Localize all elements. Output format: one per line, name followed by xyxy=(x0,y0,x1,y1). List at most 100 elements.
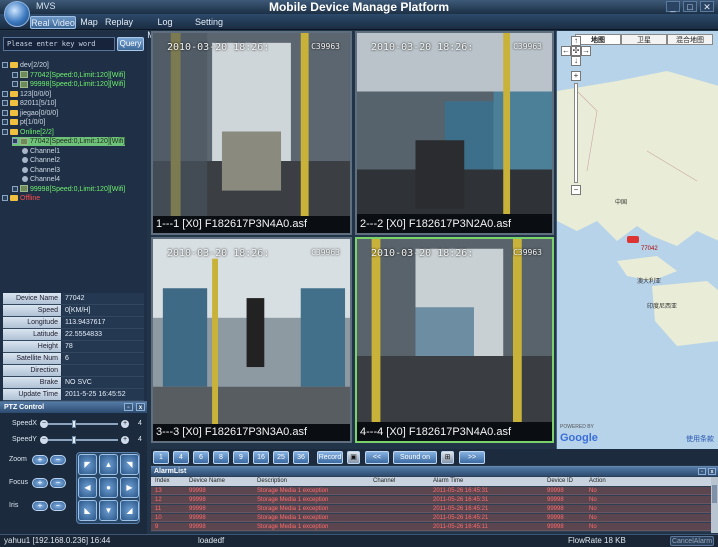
minimize-button[interactable]: _ xyxy=(666,1,680,12)
tab-log-manager[interactable]: Log Manager xyxy=(140,16,190,40)
speedy-minus-button[interactable]: − xyxy=(40,436,48,444)
layout-1-button[interactable]: 1 xyxy=(153,451,169,464)
col-alarm-time[interactable]: Alarm Time xyxy=(433,477,463,486)
tree-expand-icon[interactable] xyxy=(12,71,18,78)
maximize-button[interactable]: □ xyxy=(683,1,697,12)
grid-layout-button[interactable]: ⊞ xyxy=(441,451,454,464)
tree-expand-icon[interactable] xyxy=(2,195,8,202)
layout-6-button[interactable]: 6 xyxy=(193,451,209,464)
tree-node[interactable]: 77042[Speed:0,Limit:120][Wifi] xyxy=(12,71,125,80)
map-zoom-track[interactable] xyxy=(574,83,578,183)
speedx-knob[interactable] xyxy=(72,420,76,428)
alarm-row[interactable]: 11 99998 Storage Media 1 exception 2011-05-… xyxy=(151,505,711,513)
video-window-3[interactable]: 2010-03-20 18:26: C39963 3---3 [X0] F182… xyxy=(151,237,352,443)
alarm-row[interactable]: 9 99998 Storage Media 1 exception 2011-05-2… xyxy=(151,523,711,531)
tree-expand-icon[interactable] xyxy=(2,62,8,69)
speedx-plus-button[interactable]: + xyxy=(121,420,129,428)
col-action[interactable]: Action xyxy=(589,477,606,486)
col-device-id[interactable]: Device ID xyxy=(547,477,573,486)
search-input[interactable]: Please enter key word xyxy=(3,37,115,51)
zoom-in-button[interactable]: + xyxy=(32,455,48,465)
focus-out-button[interactable]: − xyxy=(50,478,66,488)
tree-node[interactable]: Online[2/2] xyxy=(2,128,54,137)
map-tab-map[interactable]: 地图 xyxy=(575,34,621,45)
layout-8-button[interactable]: 8 xyxy=(213,451,229,464)
video-window-1[interactable]: 2010-03-20 18:26: C39963 1---1 [X0] F182… xyxy=(151,31,352,235)
iris-close-button[interactable]: − xyxy=(50,501,66,511)
layout-16-button[interactable]: 16 xyxy=(253,451,269,464)
map-zoom-out-button[interactable]: − xyxy=(571,185,581,195)
col-description[interactable]: Description xyxy=(257,477,287,486)
ptz-down-left-button[interactable]: ◣ xyxy=(78,500,97,521)
tree-expand-icon[interactable] xyxy=(2,128,8,135)
record-button[interactable]: Record xyxy=(317,451,343,464)
ptz-up-right-button[interactable]: ◥ xyxy=(120,454,139,475)
col-channel[interactable]: Channel xyxy=(373,477,395,486)
map-pan-up-icon[interactable]: ↑ xyxy=(571,36,581,46)
speedx-slider[interactable] xyxy=(48,420,118,428)
speedy-slider[interactable] xyxy=(48,436,118,444)
ptz-close-icon[interactable]: x xyxy=(136,403,145,411)
sound-on-button[interactable]: Sound on xyxy=(393,451,437,464)
video-window-4[interactable]: 2010-03-20 18:26: C39963 4---4 [X0] F182… xyxy=(355,237,554,443)
speedy-plus-button[interactable]: + xyxy=(121,436,129,444)
tree-expand-icon[interactable] xyxy=(2,119,8,126)
layout-25-button[interactable]: 25 xyxy=(273,451,289,464)
ptz-right-button[interactable]: ▶ xyxy=(120,477,139,498)
map-canvas[interactable] xyxy=(557,31,718,450)
tree-node[interactable]: 77042[Speed:0,Limit:120][Wifi] xyxy=(12,137,126,146)
col-index[interactable]: Index xyxy=(155,477,170,486)
tree-node[interactable]: jiegao[0/0/0] xyxy=(2,109,58,118)
tree-node[interactable]: Channel2 xyxy=(22,156,60,165)
tree-expand-icon[interactable] xyxy=(2,90,8,97)
next-button[interactable]: >> xyxy=(459,451,485,464)
map-zoom-in-button[interactable]: + xyxy=(571,71,581,81)
tree-node[interactable]: dev[2/20] xyxy=(2,61,49,70)
alarm-scroll-thumb[interactable] xyxy=(712,485,717,503)
alarm-scrollbar[interactable] xyxy=(711,477,718,533)
tab-setting[interactable]: Setting xyxy=(194,16,224,29)
ptz-center-button[interactable]: ● xyxy=(99,477,118,498)
snapshot-button[interactable]: ▣ xyxy=(347,451,360,464)
zoom-out-button[interactable]: − xyxy=(50,455,66,465)
tree-expand-icon[interactable] xyxy=(2,100,8,107)
map-pan-left-icon[interactable]: ← xyxy=(561,46,571,56)
tree-expand-icon[interactable] xyxy=(12,138,18,145)
alarm-row[interactable]: 12 99998 Storage Media 1 exception 2011-05-… xyxy=(151,496,711,504)
alarm-row[interactable]: 13 99998 Storage Media 1 exception 2011-05-… xyxy=(151,487,711,495)
map-pan-center-icon[interactable]: ✣ xyxy=(571,46,581,56)
tree-node[interactable]: 99998[Speed:0,Limit:120][Wifi] xyxy=(12,185,125,194)
map-terms-link[interactable]: 使用条款 xyxy=(686,434,714,444)
tree-node[interactable]: Offline xyxy=(2,194,40,203)
cancel-alarm-button[interactable]: CancelAlarm xyxy=(670,536,714,546)
speedy-knob[interactable] xyxy=(72,436,76,444)
iris-open-button[interactable]: + xyxy=(32,501,48,511)
alarm-row[interactable]: 10 99998 Storage Media 1 exception 2011-05-… xyxy=(151,514,711,522)
tree-expand-icon[interactable] xyxy=(12,81,18,88)
close-button[interactable]: ✕ xyxy=(700,1,714,12)
ptz-up-left-button[interactable]: ◤ xyxy=(78,454,97,475)
tab-map[interactable]: Map xyxy=(78,16,100,29)
map-tab-satellite[interactable]: 卫星 xyxy=(621,34,667,45)
map-tab-hybrid[interactable]: 混合地图 xyxy=(667,34,713,45)
map-pan-down-icon[interactable]: ↓ xyxy=(571,56,581,66)
ptz-left-button[interactable]: ◀ xyxy=(78,477,97,498)
tree-node[interactable]: 99998[Speed:0,Limit:120][Wifi] xyxy=(12,80,125,89)
ptz-down-button[interactable]: ▼ xyxy=(99,500,118,521)
tree-node[interactable]: Channel4 xyxy=(22,175,60,184)
video-window-2[interactable]: 2010-03-20 18:26: C39963 2---2 [X0] F182… xyxy=(355,31,554,235)
tree-node[interactable]: 123[0/0/0] xyxy=(2,90,51,99)
ptz-up-button[interactable]: ▲ xyxy=(99,454,118,475)
tree-node[interactable]: 82011[5/10] xyxy=(2,99,56,108)
previous-button[interactable]: << xyxy=(365,451,389,464)
tree-expand-icon[interactable] xyxy=(2,109,8,116)
ptz-down-right-button[interactable]: ◢ xyxy=(120,500,139,521)
tree-node[interactable]: pt[1/0/0] xyxy=(2,118,45,127)
map-panel[interactable]: 地图 卫星 混合地图 ↑ ← ✣ → ↓ + − 中国 77042 澳大利亚 印… xyxy=(556,31,718,450)
tree-node[interactable]: Channel3 xyxy=(22,166,60,175)
layout-36-button[interactable]: 36 xyxy=(293,451,309,464)
speedx-minus-button[interactable]: − xyxy=(40,420,48,428)
tree-expand-icon[interactable] xyxy=(12,185,18,192)
tab-real-video[interactable]: Real Video xyxy=(30,16,76,29)
map-pan-right-icon[interactable]: → xyxy=(581,46,591,56)
